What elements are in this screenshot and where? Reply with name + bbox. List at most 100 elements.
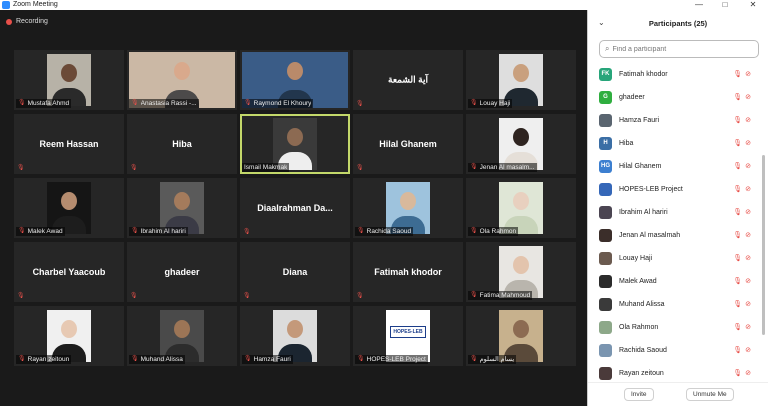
participant-row[interactable]: H Hiba 🎙⊘ (588, 132, 760, 155)
participant-row[interactable]: Jenan Al masalmah 🎙⊘ (588, 224, 760, 247)
muted-mic-icon: 🎙 (131, 356, 139, 362)
window-title: Zoom Meeting (13, 1, 58, 8)
participants-header: ⌄ Participants (25) (588, 10, 768, 36)
gallery-grid: 🎙 Mustafa Ahmd 🎙 Anastasia Rassi -... 🎙 Raymo… (14, 50, 576, 366)
participant-row[interactable]: Gghadeer 🎙⊘ (588, 86, 760, 109)
participant-list-name: Fatimah khodor (619, 71, 668, 78)
muted-mic-and-video-off-icon: 🎙⊘ (733, 94, 754, 101)
video-tile[interactable]: 🎙 Rayan zeitoun (14, 306, 124, 366)
participant-row[interactable]: FK Fatimah khodor 🎙⊘ (588, 63, 760, 86)
muted-mic-icon: 🎙 (130, 165, 138, 171)
video-tile[interactable]: Hilal Ghanem 🎙 (353, 114, 463, 174)
participant-list-name: Louay Haji (619, 255, 653, 262)
participant-list-name: ghadeer (619, 94, 645, 101)
video-tile[interactable]: 🎙 Raymond El Khoury (240, 50, 350, 110)
video-tile[interactable]: آية الشمعة 🎙 (353, 50, 463, 110)
participant-row[interactable]: Muhand Alissa 🎙⊘ (588, 293, 760, 316)
tile-name-caption: 🎙 Mustafa Ahmd (16, 99, 72, 108)
participant-row[interactable]: Hamza Fauri 🎙⊘ (588, 109, 760, 132)
participant-search[interactable]: ⌕ (599, 40, 759, 58)
participant-avatar: HG (599, 160, 612, 173)
participant-row[interactable]: Ibrahim Al hariri 🎙⊘ (588, 201, 760, 224)
muted-mic-icon: 🎙 (357, 228, 365, 234)
person-head (61, 320, 77, 338)
minimize-button[interactable]: — (690, 0, 708, 10)
tile-name-caption: 🎙 Louay Haji (468, 99, 513, 108)
participant-row[interactable]: Malek Awad 🎙⊘ (588, 270, 760, 293)
video-tile[interactable]: 🎙 Hamza Fauri (240, 306, 350, 366)
unmute-me-button[interactable]: Unmute Me (686, 388, 734, 401)
video-tile[interactable]: 🎙 Muhand Alissa (127, 306, 237, 366)
muted-mic-icon: 🎙 (470, 164, 478, 170)
tile-name-caption: 🎙 Raymond El Khoury (242, 99, 314, 108)
participant-list-name: HOPES-LEB Project (619, 186, 683, 193)
muted-mic-and-video-off-icon: 🎙⊘ (733, 140, 754, 147)
participant-name: HOPES-LEB Project (366, 356, 426, 363)
video-tile[interactable]: 🎙 Ola Rahmon (466, 178, 576, 238)
muted-mic-icon: 🎙 (357, 356, 365, 362)
tile-name-caption: 🎙 Rayan zeitoun (16, 355, 72, 364)
maximize-button[interactable]: □ (716, 0, 734, 10)
video-tile[interactable]: Diana 🎙 (240, 242, 350, 302)
person-head (174, 62, 190, 80)
tile-name-caption: 🎙 Fatima Mahmoud (468, 291, 533, 300)
video-tile[interactable]: Diaalrahman Da... 🎙 (240, 178, 350, 238)
video-tile[interactable]: 🎙 يسام السلوم (466, 306, 576, 366)
muted-mic-icon: 🎙 (356, 165, 364, 171)
participant-display-name: Diaalrahman Da... (257, 203, 333, 213)
participant-avatar (599, 298, 612, 311)
participant-display-name: Hiba (172, 139, 192, 149)
participants-footer: Invite Unmute Me (588, 382, 768, 406)
participant-list-name: Rachida Saoud (619, 347, 667, 354)
participant-list-name: Muhand Alissa (619, 301, 665, 308)
participants-scrollbar[interactable] (762, 155, 765, 335)
person-head (400, 192, 416, 210)
participant-name: Anastasia Rassi -... (140, 100, 197, 107)
participant-avatar (599, 229, 612, 242)
participant-avatar: FK (599, 68, 612, 81)
zoom-logo-icon (2, 1, 10, 9)
person-head (513, 128, 529, 146)
video-tile[interactable]: Hiba 🎙 (127, 114, 237, 174)
participant-row[interactable]: HG Hilal Ghanem 🎙⊘ (588, 155, 760, 178)
video-tile[interactable]: 🎙 Jenan Al masalm... (466, 114, 576, 174)
video-tile[interactable]: Fatimah khodor 🎙 (353, 242, 463, 302)
video-tile[interactable]: Reem Hassan 🎙 (14, 114, 124, 174)
tile-name-caption: 🎙 Hamza Fauri (242, 355, 293, 364)
muted-mic-and-video-off-icon: 🎙⊘ (733, 347, 754, 354)
close-button[interactable]: ✕ (744, 0, 762, 10)
video-tile[interactable]: 🎙 Mustafa Ahmd (14, 50, 124, 110)
video-tile[interactable]: 🎙 Fatima Mahmoud (466, 242, 576, 302)
participant-name: Rayan zeitoun (27, 356, 70, 363)
participant-row[interactable]: Rachida Saoud 🎙⊘ (588, 339, 760, 362)
participant-name: Fatima Mahmoud (479, 292, 531, 299)
video-tile[interactable]: HOPES-LEB 🎙 HOPES-LEB Project (353, 306, 463, 366)
video-tile[interactable]: 🎙 Anastasia Rassi -... (127, 50, 237, 110)
muted-mic-and-video-off-icon: 🎙⊘ (733, 370, 754, 377)
video-tile[interactable]: 🎙 Malek Awad (14, 178, 124, 238)
video-tile[interactable]: Ismail Makmak (240, 114, 350, 174)
collapse-chevron-icon[interactable]: ⌄ (598, 18, 605, 27)
muted-mic-icon: 🎙 (356, 293, 364, 299)
participant-row[interactable]: Louay Haji 🎙⊘ (588, 247, 760, 270)
video-tile[interactable]: 🎙 Ibrahim Al hariri (127, 178, 237, 238)
video-tile[interactable]: 🎙 Rachida Saoud (353, 178, 463, 238)
video-tile[interactable]: Charbel Yaacoub 🎙 (14, 242, 124, 302)
participant-row[interactable]: Ola Rahmon 🎙⊘ (588, 316, 760, 339)
participant-name: Ibrahim Al hariri (140, 228, 186, 235)
muted-mic-icon: 🎙 (18, 100, 26, 106)
person-head (513, 192, 529, 210)
participant-avatar (599, 367, 612, 380)
muted-mic-and-video-off-icon: 🎙⊘ (733, 324, 754, 331)
participant-row[interactable]: HOPES-LEB Project 🎙⊘ (588, 178, 760, 201)
muted-mic-and-video-off-icon: 🎙⊘ (733, 255, 754, 262)
participants-panel: ⌄ Participants (25) ⌕ FK Fatimah khodor 🎙⊘… (587, 10, 768, 406)
tile-name-caption: Ismail Makmak (242, 163, 290, 172)
muted-mic-icon: 🎙 (130, 293, 138, 299)
recording-indicator[interactable]: Recording (6, 18, 48, 25)
participant-search-input[interactable] (612, 45, 743, 53)
video-tile[interactable]: ghadeer 🎙 (127, 242, 237, 302)
invite-button[interactable]: Invite (624, 388, 654, 401)
participant-avatar: H (599, 137, 612, 150)
video-tile[interactable]: 🎙 Louay Haji (466, 50, 576, 110)
